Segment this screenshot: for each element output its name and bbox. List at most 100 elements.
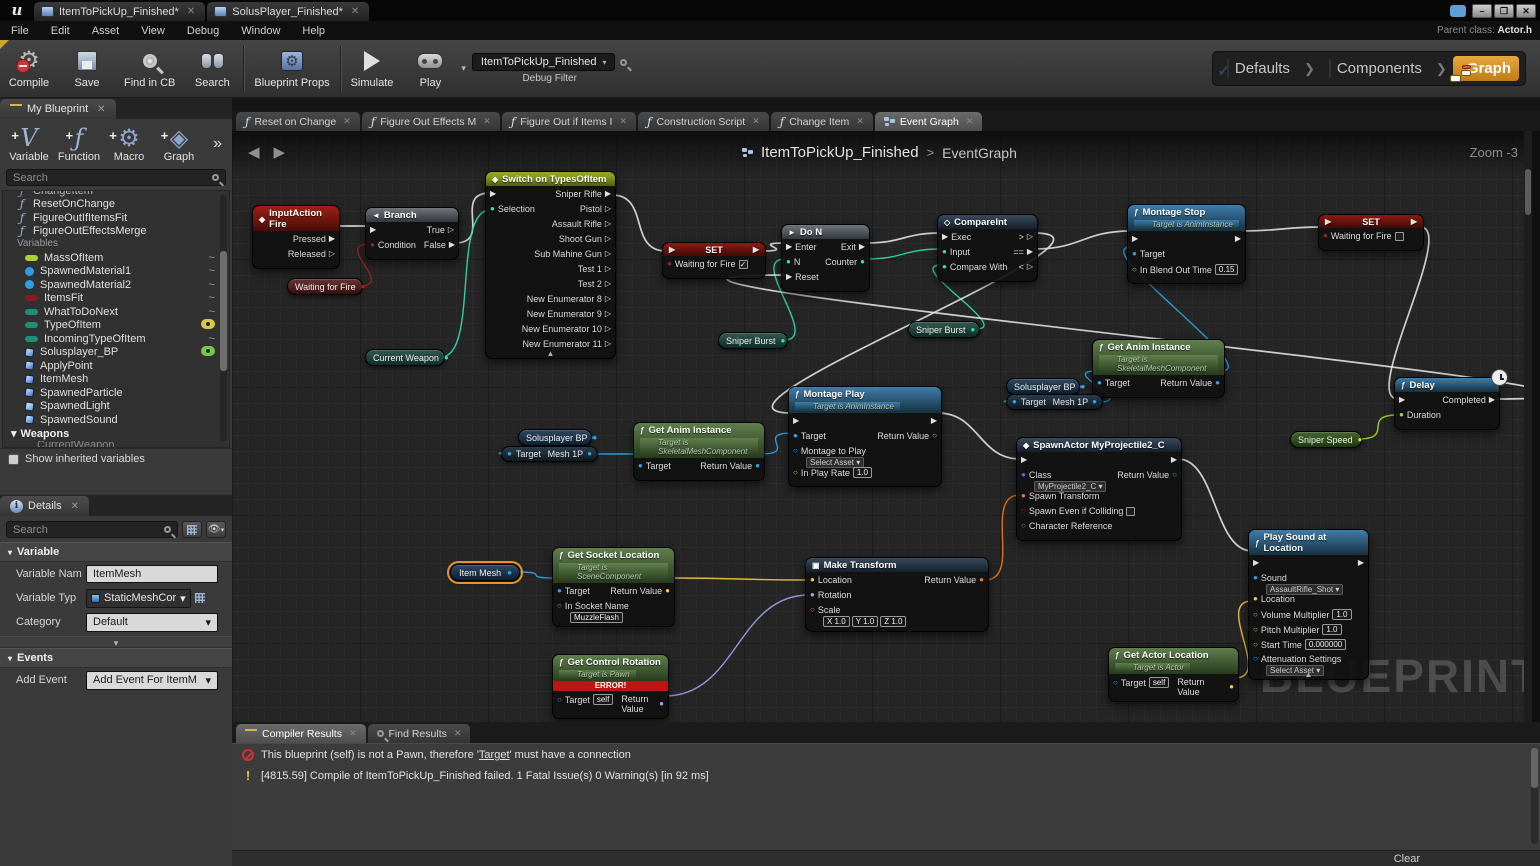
menu-view[interactable]: View [130, 25, 176, 37]
pin-transform-icon[interactable]: ● [1021, 491, 1026, 501]
breadcrumb[interactable]: ItemToPickUp_Finished>EventGraph [742, 144, 1017, 161]
node-pin[interactable]: Counter● [821, 257, 869, 267]
pin-exec-icon[interactable]: ▶ [1411, 217, 1417, 227]
node-pin[interactable]: Sub Mahine Gun▷ [530, 249, 615, 259]
node-pin[interactable]: ●SoundAssaultRifle_Shot ▾ [1249, 573, 1347, 594]
pin-exec-icon[interactable]: ▶ [786, 272, 792, 282]
category-weapons[interactable]: ▾Weapons [3, 427, 229, 441]
add-variable-button[interactable]: V+Variable [6, 125, 52, 163]
variable-pill-sniper-burst-pill-2[interactable]: Sniper Burst● [908, 321, 980, 338]
node-pin[interactable]: ○Pitch Multiplier1.0 [1249, 624, 1346, 635]
node-pin[interactable]: >▷ [1015, 232, 1037, 242]
variable-item-CurrentWeapon[interactable]: CurrentWeapon [3, 441, 229, 449]
node-pin[interactable]: ○Targetself [553, 694, 617, 705]
add-graph-button[interactable]: ◈+Graph [156, 125, 202, 163]
graph-node-get-control-rotation[interactable]: ƒGet Control RotationTarget is PawnERROR… [552, 654, 669, 719]
pin-float-icon[interactable]: ● [1399, 410, 1404, 420]
value-box[interactable]: self [593, 694, 613, 705]
node-pin[interactable]: Test 2▷ [574, 279, 615, 289]
show-inherited-checkbox[interactable] [8, 454, 19, 465]
pin-exec-icon[interactable]: ▷ [1027, 262, 1033, 272]
node-pin[interactable]: Completed▶ [1438, 395, 1499, 405]
pin-exec-icon[interactable]: ▶ [1489, 395, 1495, 405]
details-search-input[interactable]: Search [6, 521, 178, 538]
section-variable[interactable]: ▾ Variable [0, 542, 232, 562]
pin-vector-icon[interactable]: ● [810, 575, 815, 585]
node-pin[interactable]: Return Value● [696, 461, 764, 471]
variable-pill-sniper-burst-pill-1[interactable]: Sniper Burst● [718, 332, 788, 349]
pin-object-icon[interactable]: ● [1012, 397, 1017, 407]
variable-item-WhatToDoNext[interactable]: WhatToDoNext~ [3, 305, 229, 319]
node-pin[interactable]: Return Value● [617, 694, 668, 714]
category-dropdown[interactable]: Default▾ [86, 613, 218, 632]
pin-exec-icon[interactable]: ▶ [1325, 217, 1331, 227]
node-pin[interactable]: ▶Exec [938, 232, 975, 242]
node-pin[interactable]: ●Waiting for Fire✓ [663, 259, 752, 269]
node-pin[interactable]: ==▶ [1009, 247, 1037, 257]
more-actions-chevron[interactable]: » [213, 135, 228, 153]
variable-pill-item-mesh-pill[interactable]: Item Mesh● [450, 564, 520, 581]
tab-my-blueprint[interactable]: My Blueprint ✕ [0, 99, 116, 119]
graph-node-do-n[interactable]: ►Do N▶EnterExit▶●NCounter●▶Reset [781, 224, 870, 292]
node-pin[interactable]: ●Target [1128, 249, 1169, 259]
node-pin[interactable]: True▷ [423, 225, 458, 235]
pin-object-icon[interactable]: ● [507, 449, 512, 459]
graph-node-spawn-actor-myprojectile2[interactable]: ◆SpawnActor MyProjectile2_C▶▶●ClassMyPro… [1016, 437, 1182, 541]
pin-exec-icon[interactable]: ▶ [1027, 247, 1033, 257]
graph-node-delay[interactable]: ƒDelay▶Completed▶●Duration [1394, 377, 1500, 430]
pin-exec-icon[interactable]: ▶ [753, 245, 759, 255]
node-pin[interactable]: ○Volume Multiplier1.0 [1249, 609, 1356, 620]
node-pin[interactable]: ○Attenuation SettingsSelect Asset ▾ [1249, 654, 1345, 675]
pin-int-icon[interactable]: ● [971, 325, 976, 335]
tab-details[interactable]: i Details ✕ [0, 496, 89, 516]
add-function-button[interactable]: ƒ+Function [56, 125, 102, 163]
pin-exec-icon[interactable]: ▶ [786, 242, 792, 252]
pin-float-icon[interactable]: ○ [1253, 625, 1258, 635]
pin-exec-icon[interactable]: ▶ [859, 242, 865, 252]
pin-class-icon[interactable]: ● [1021, 470, 1026, 480]
pin-exec-icon[interactable]: ▷ [605, 294, 611, 304]
graph-tab-figure-out-effects-m[interactable]: ƒFigure Out Effects M✕ [362, 112, 500, 131]
add-macro-button[interactable]: ⚙+Macro [106, 125, 152, 163]
graph-tab-reset-on-change[interactable]: ƒReset on Change✕ [236, 112, 360, 131]
value-box[interactable]: 0.15 [1215, 264, 1239, 275]
variable-item-SpawnedMaterial2[interactable]: SpawnedMaterial2~ [3, 278, 229, 292]
detail-control[interactable]: Add Event For ItemM▾ [86, 671, 218, 690]
compile-button[interactable]: ⚙Compile [0, 42, 58, 96]
variable-item-ItemsFit[interactable]: ItemsFit~ [3, 292, 229, 306]
pin-object-icon[interactable]: ○ [1021, 521, 1026, 531]
node-pin[interactable]: ○Spawn Even if Colliding [1017, 506, 1139, 516]
pin-bool-icon[interactable]: ● [370, 240, 375, 250]
blueprint-props-button[interactable]: ⚙Blueprint Props [246, 42, 337, 96]
graph-tab-construction-script[interactable]: ƒConstruction Script✕ [638, 112, 769, 131]
node-pin[interactable]: ▶Reset [782, 272, 823, 282]
pin-object-icon[interactable]: ● [593, 433, 598, 443]
checkbox[interactable] [1395, 232, 1404, 241]
graph-tab-figure-out-if-items-i[interactable]: ƒFigure Out if Items I✕ [502, 112, 636, 131]
pin-object-icon[interactable]: ● [1253, 573, 1258, 583]
graph-node-get-actor-location[interactable]: ƒGet Actor LocationTarget is Actor○Targe… [1108, 647, 1239, 702]
node-pin[interactable]: ○Character Reference [1017, 521, 1116, 531]
node-pin[interactable]: ▶ [1017, 455, 1031, 465]
close-icon[interactable]: ✕ [856, 116, 864, 127]
pin-exec-icon[interactable]: ▷ [605, 204, 611, 214]
node-pin[interactable]: ▶ [366, 225, 380, 235]
node-pin[interactable]: ▶ [486, 189, 500, 199]
mode-defaults[interactable]: Defaults [1219, 56, 1298, 81]
pin-float-icon[interactable]: ○ [1132, 265, 1137, 275]
graph-node-play-sound-at-location[interactable]: ƒPlay Sound at Location▶▶●SoundAssaultRi… [1248, 529, 1369, 680]
pin-int-icon[interactable]: ● [942, 247, 947, 257]
node-pin[interactable]: ●ClassMyProjectile2_C ▾ [1017, 470, 1110, 491]
menu-edit[interactable]: Edit [40, 25, 81, 37]
menu-asset[interactable]: Asset [81, 25, 131, 37]
node-pin[interactable]: ▶ [1231, 234, 1245, 244]
node-pin[interactable]: ○Targetself [1109, 677, 1173, 688]
graph-node-branch[interactable]: ◄Branch▶True▷●ConditionFalse▶ [365, 207, 459, 260]
node-pin[interactable]: Assault Rifle▷ [548, 219, 615, 229]
pin-transform-icon[interactable]: ○ [810, 605, 815, 615]
node-pin[interactable]: ○In Play Rate1.0 [789, 467, 876, 478]
pin-float-icon[interactable]: ○ [793, 468, 798, 478]
node-pin[interactable]: Shoot Gun▷ [555, 234, 615, 244]
graph-node-input-action-fire[interactable]: ◆InputAction FirePressed▶Released▷ [252, 205, 340, 269]
node-pin[interactable]: ●Input [938, 247, 974, 257]
